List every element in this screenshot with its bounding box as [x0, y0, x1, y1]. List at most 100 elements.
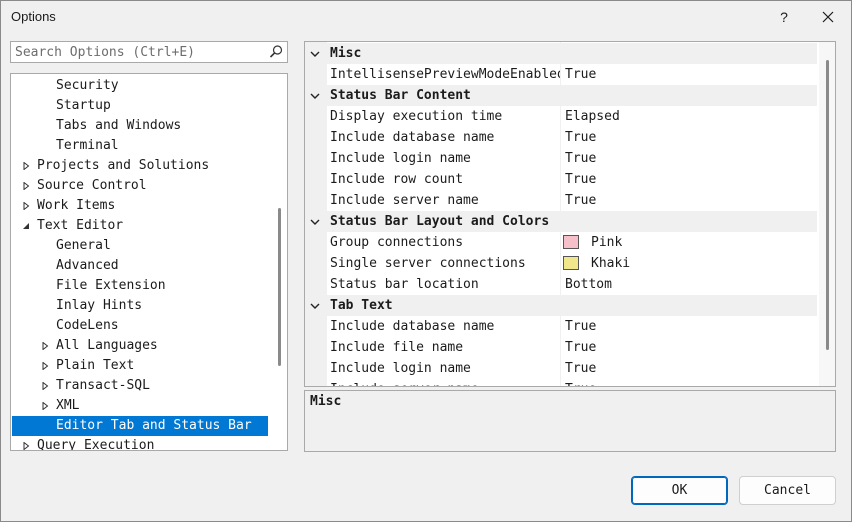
property-value[interactable]: True	[565, 358, 596, 379]
collapsed-arrow-icon[interactable]	[20, 156, 32, 176]
tree-item-label: Source Control	[37, 178, 147, 193]
tree-item[interactable]: Editor Tab and Status Bar	[12, 416, 268, 436]
grid-scroll-thumb[interactable]	[826, 60, 829, 350]
property-value[interactable]: True	[565, 64, 596, 85]
tree-item-label: Editor Tab and Status Bar	[56, 418, 252, 433]
tree-item[interactable]: Plain Text	[12, 356, 268, 376]
tree-item-label: Advanced	[56, 258, 119, 273]
property-name: Include database name	[330, 319, 495, 334]
tree-scrollbar[interactable]	[275, 76, 285, 448]
tree-item-label: Security	[56, 78, 119, 93]
tree-item[interactable]: Projects and Solutions	[12, 156, 268, 176]
grid-property-row[interactable]: Single server connections Khaki	[305, 253, 817, 274]
tree-item-label: Projects and Solutions	[37, 158, 210, 173]
collapsed-arrow-icon[interactable]	[20, 176, 32, 196]
property-value[interactable]: Pink	[591, 232, 622, 253]
tree-item-label: All Languages	[56, 338, 158, 353]
tree-item-label: File Extension	[56, 278, 166, 293]
help-button[interactable]: ?	[764, 1, 804, 33]
expanded-arrow-icon[interactable]	[20, 216, 32, 236]
grid-category-label: Misc	[330, 46, 362, 61]
grid-category[interactable]: Status Bar Content	[305, 85, 817, 106]
tree-item-label: Terminal	[56, 138, 119, 153]
grid-property-row[interactable]: Include database name True	[305, 316, 817, 337]
tree-item[interactable]: Source Control	[12, 176, 268, 196]
tree-item[interactable]: All Languages	[12, 336, 268, 356]
property-value[interactable]: True	[565, 316, 596, 337]
property-name: IntellisensePreviewModeEnabled	[330, 67, 560, 82]
title-bar[interactable]: Options ?	[1, 1, 851, 33]
chevron-down-icon[interactable]	[309, 211, 321, 232]
property-value[interactable]: True	[565, 127, 596, 148]
chevron-down-icon[interactable]	[309, 295, 321, 316]
collapsed-arrow-icon[interactable]	[20, 436, 32, 450]
property-name: Group connections	[330, 235, 464, 250]
tree-item[interactable]: Security	[12, 76, 268, 96]
ok-button[interactable]: OK	[631, 476, 728, 505]
grid-property-row[interactable]: Include login name True	[305, 148, 817, 169]
property-value[interactable]: True	[565, 148, 596, 169]
property-value[interactable]: True	[565, 190, 596, 211]
tree-item[interactable]: File Extension	[12, 276, 268, 296]
collapsed-arrow-icon[interactable]	[39, 356, 51, 376]
tree-item[interactable]: Transact-SQL	[12, 376, 268, 396]
tree-item[interactable]: Startup	[12, 96, 268, 116]
search-options-box[interactable]	[10, 41, 288, 63]
property-name: Display execution time	[330, 109, 503, 124]
property-grid[interactable]: Misc IntellisensePreviewModeEnabled True St…	[304, 41, 836, 387]
grid-property-row[interactable]: Status bar location Bottom	[305, 274, 817, 295]
collapsed-arrow-icon[interactable]	[20, 196, 32, 216]
collapsed-arrow-icon[interactable]	[39, 396, 51, 416]
property-value[interactable]: True	[565, 337, 596, 358]
tree-item[interactable]: CodeLens	[12, 316, 268, 336]
tree-item[interactable]: Text Editor	[12, 216, 268, 236]
tree-item-label: Work Items	[37, 198, 116, 213]
grid-category[interactable]: Status Bar Layout and Colors	[305, 211, 817, 232]
tree-item[interactable]: Terminal	[12, 136, 268, 156]
tree-item-label: Inlay Hints	[56, 298, 143, 313]
property-value[interactable]: Khaki	[591, 253, 630, 274]
property-value[interactable]: True	[565, 169, 596, 190]
property-value[interactable]: Bottom	[565, 274, 612, 295]
color-swatch	[563, 256, 579, 270]
tree-item-label: Tabs and Windows	[56, 118, 182, 133]
grid-category[interactable]: Misc	[305, 43, 817, 64]
tree-item[interactable]: General	[12, 236, 268, 256]
grid-property-row[interactable]: Group connections Pink	[305, 232, 817, 253]
close-button[interactable]	[808, 1, 848, 33]
search-icon[interactable]	[268, 44, 284, 60]
grid-property-row[interactable]: Include server name True	[305, 379, 817, 386]
property-value[interactable]: Elapsed	[565, 106, 620, 127]
description-panel: Misc	[304, 390, 836, 452]
tree-item-label: XML	[56, 398, 80, 413]
tree-item[interactable]: Work Items	[12, 196, 268, 216]
chevron-down-icon[interactable]	[309, 43, 321, 64]
tree-item[interactable]: Inlay Hints	[12, 296, 268, 316]
tree-item[interactable]: Query Execution	[12, 436, 268, 450]
grid-category[interactable]: Tab Text	[305, 295, 817, 316]
tree-item[interactable]: Tabs and Windows	[12, 116, 268, 136]
grid-scrollbar[interactable]	[819, 42, 835, 386]
property-value[interactable]: True	[565, 379, 596, 386]
property-name: Single server connections	[330, 256, 526, 271]
collapsed-arrow-icon[interactable]	[39, 336, 51, 356]
grid-property-row[interactable]: Include database name True	[305, 127, 817, 148]
grid-property-row[interactable]: Include login name True	[305, 358, 817, 379]
tree-item-label: Transact-SQL	[56, 378, 150, 393]
tree-item[interactable]: Advanced	[12, 256, 268, 276]
tree-scroll-thumb[interactable]	[278, 208, 281, 366]
grid-property-row[interactable]: IntellisensePreviewModeEnabled True	[305, 64, 817, 85]
grid-property-row[interactable]: Include row count True	[305, 169, 817, 190]
options-tree[interactable]: Security Startup Tabs and Windows Terminal P…	[10, 73, 288, 451]
close-icon	[822, 11, 834, 23]
search-input[interactable]	[15, 44, 263, 60]
grid-property-row[interactable]: Display execution time Elapsed	[305, 106, 817, 127]
property-name: Status bar location	[330, 277, 479, 292]
tree-item[interactable]: XML	[12, 396, 268, 416]
cancel-button[interactable]: Cancel	[739, 476, 836, 505]
collapsed-arrow-icon[interactable]	[39, 376, 51, 396]
grid-property-row[interactable]: Include file name True	[305, 337, 817, 358]
chevron-down-icon[interactable]	[309, 85, 321, 106]
property-name: Include file name	[330, 340, 464, 355]
grid-property-row[interactable]: Include server name True	[305, 190, 817, 211]
